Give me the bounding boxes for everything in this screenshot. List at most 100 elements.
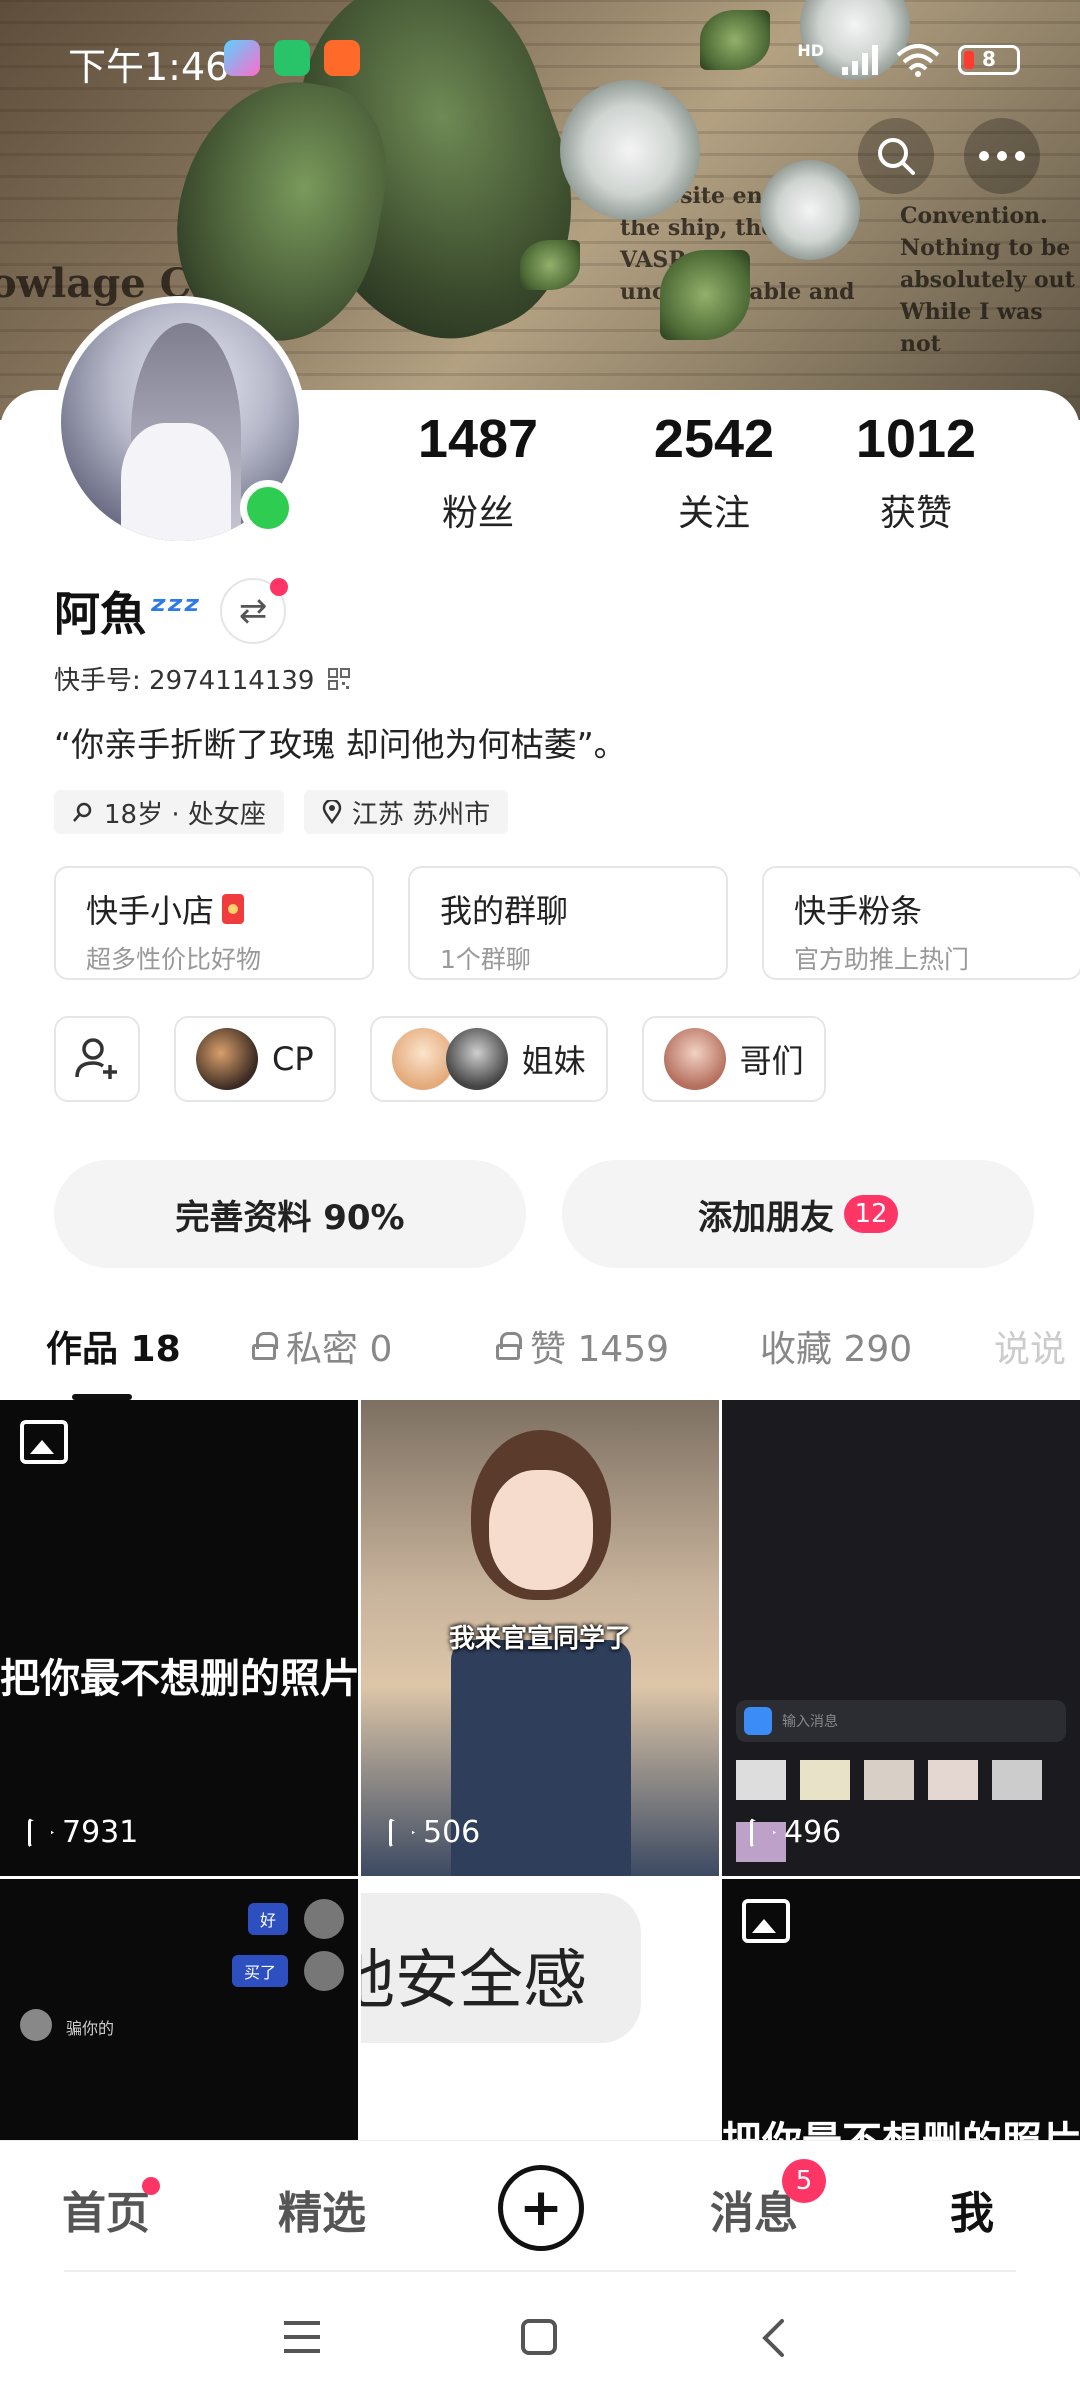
- bottom-nav: 首页 精选 + 消息 5 我: [0, 2140, 1080, 2270]
- user-id-text: 快手号: 2974114139: [54, 666, 315, 696]
- tag-label: 江苏 苏州市: [351, 799, 491, 830]
- create-post-button[interactable]: +: [498, 2165, 584, 2251]
- play-count: 7931: [28, 1815, 138, 1850]
- play-count-value: 7931: [62, 1815, 139, 1850]
- stat-label: 获赞: [879, 493, 952, 534]
- works-grid: 把你最不想删的照片 7931 我来官宣同学了 506 输入消息 496 好 买了…: [0, 1400, 1080, 2140]
- location-pin-icon: [322, 800, 342, 824]
- play-icon: [389, 1817, 415, 1848]
- stat-value: 2542: [653, 409, 775, 469]
- status-bar: 下午1:46 HD 8: [0, 0, 1080, 110]
- post-caption: 我来官宣同学了: [448, 1624, 631, 1654]
- play-count-value: 496: [784, 1815, 842, 1850]
- group-chat-card[interactable]: 我的群聊 1个群聊: [408, 866, 728, 980]
- qr-code-icon[interactable]: [328, 667, 351, 690]
- followers-stat[interactable]: 1487 粉丝: [360, 408, 596, 536]
- leaf: [660, 250, 750, 340]
- promotion-card[interactable]: 快手粉条 官方助推上热门: [762, 866, 1080, 980]
- swap-icon: ⇄: [238, 591, 268, 631]
- battery-level: 8: [982, 47, 996, 71]
- add-friend-button[interactable]: 添加朋友 12: [562, 1160, 1034, 1268]
- game-app-icon: [224, 40, 260, 76]
- avatar: [304, 1899, 344, 1939]
- profile-stats: 1487 粉丝 2542 关注 1012 获赞: [360, 408, 1000, 536]
- tab-works[interactable]: 作品 18: [46, 1320, 181, 1372]
- play-icon: [750, 1817, 776, 1848]
- post-tile[interactable]: 他安全感: [361, 1879, 719, 2140]
- chat-bubble: 买了: [231, 1955, 288, 1987]
- card-title: 快手粉条: [794, 892, 923, 930]
- post-tile[interactable]: 输入消息 496: [722, 1400, 1080, 1876]
- system-nav-bar: [0, 2270, 1080, 2400]
- card-title: 我的群聊: [440, 892, 569, 930]
- play-count: 506: [389, 1815, 480, 1850]
- wifi-icon: [896, 44, 940, 77]
- likes-stat[interactable]: 1012 获赞: [832, 408, 1000, 536]
- input-placeholder: 输入消息: [782, 1714, 838, 1730]
- switch-account-button[interactable]: ⇄: [220, 578, 289, 644]
- play-count: 496: [750, 1815, 841, 1850]
- plus-icon: +: [519, 2178, 563, 2238]
- name-row: 阿魚 ᶻᶻᶻ ⇄: [54, 578, 289, 644]
- avatar: [196, 1028, 258, 1090]
- tab-label: 私密 0: [286, 1329, 393, 1370]
- stat-value: 1487: [417, 409, 539, 469]
- search-icon: [878, 138, 915, 175]
- tab-label: 收藏 290: [760, 1329, 913, 1370]
- stat-value: 1012: [855, 409, 977, 469]
- kuaishou-shop-card[interactable]: 快手小店 超多性价比好物: [54, 866, 374, 980]
- image-post-icon: [20, 1420, 68, 1464]
- nav-featured[interactable]: 精选: [278, 2177, 366, 2241]
- post-tile[interactable]: 好 买了 骗你的: [0, 1879, 358, 2140]
- tab-likes[interactable]: 赞 1459: [496, 1320, 669, 1372]
- avatar: [20, 2009, 52, 2041]
- more-icon: [979, 151, 1025, 161]
- search-button[interactable]: [858, 118, 934, 194]
- card-subtitle: 超多性价比好物: [86, 945, 262, 974]
- group-label: 哥们: [739, 1042, 804, 1080]
- profile-tags: 18岁 · 处女座 江苏 苏州市: [54, 790, 509, 834]
- content-tabs: 作品 18 私密 0 赞 1459 收藏 290 说说: [0, 1310, 1080, 1400]
- sisters-group-button[interactable]: 姐妹: [369, 1016, 608, 1102]
- avatar: [663, 1028, 726, 1090]
- post-tile[interactable]: 我来官宣同学了 506: [361, 1400, 719, 1876]
- following-stat[interactable]: 2542 关注: [596, 408, 832, 536]
- sleep-status-icon[interactable]: ᶻᶻᶻ: [150, 588, 200, 634]
- back-icon[interactable]: [760, 2318, 786, 2358]
- cp-group-button[interactable]: CP: [174, 1016, 336, 1102]
- brothers-group-button[interactable]: 哥们: [641, 1016, 826, 1102]
- location-tag[interactable]: 江苏 苏州市: [303, 790, 509, 834]
- tab-moments[interactable]: 说说: [994, 1320, 1066, 1372]
- tab-favorites[interactable]: 收藏 290: [760, 1320, 912, 1372]
- lock-icon: [496, 1332, 522, 1360]
- image-post-icon: [742, 1899, 790, 1943]
- button-label: 完善资料 90%: [175, 1197, 405, 1238]
- more-button[interactable]: [964, 118, 1040, 194]
- tab-label: 作品 18: [46, 1329, 181, 1370]
- status-time: 下午1:46: [68, 45, 230, 89]
- post-tile[interactable]: 把你最不想删的照片 7931: [0, 1400, 358, 1876]
- notification-dot: [270, 578, 289, 596]
- tab-private[interactable]: 私密 0: [252, 1320, 392, 1372]
- notification-dot: [142, 2177, 160, 2195]
- battery-icon: 8: [958, 45, 1020, 75]
- nav-me[interactable]: 我: [950, 2177, 994, 2241]
- post-caption: 把你最不想删的照片: [722, 2109, 1080, 2140]
- taobao-app-icon: [324, 40, 360, 76]
- rose: [760, 160, 860, 260]
- cover-text: Convention. Nothing to be absolutely out Wh…: [900, 203, 1075, 357]
- user-id[interactable]: 快手号: 2974114139: [54, 660, 351, 697]
- header-actions: [858, 118, 1040, 194]
- add-relation-button[interactable]: [54, 1016, 140, 1102]
- age-tag[interactable]: 18岁 · 处女座: [54, 790, 284, 834]
- shortcut-cards: 快手小店 超多性价比好物 我的群聊 1个群聊 快手粉条 官方助推上热门: [54, 866, 1080, 980]
- menu-icon[interactable]: [282, 2320, 322, 2354]
- stat-label: 粉丝: [441, 493, 514, 534]
- group-label: 姐妹: [521, 1042, 586, 1080]
- nav-home[interactable]: 首页: [62, 2177, 150, 2241]
- home-icon[interactable]: [520, 2318, 558, 2356]
- online-status-dot: [240, 480, 296, 536]
- network-type: HD: [797, 40, 824, 60]
- post-tile[interactable]: 把你最不想删的照片: [722, 1879, 1080, 2140]
- complete-profile-button[interactable]: 完善资料 90%: [54, 1160, 526, 1268]
